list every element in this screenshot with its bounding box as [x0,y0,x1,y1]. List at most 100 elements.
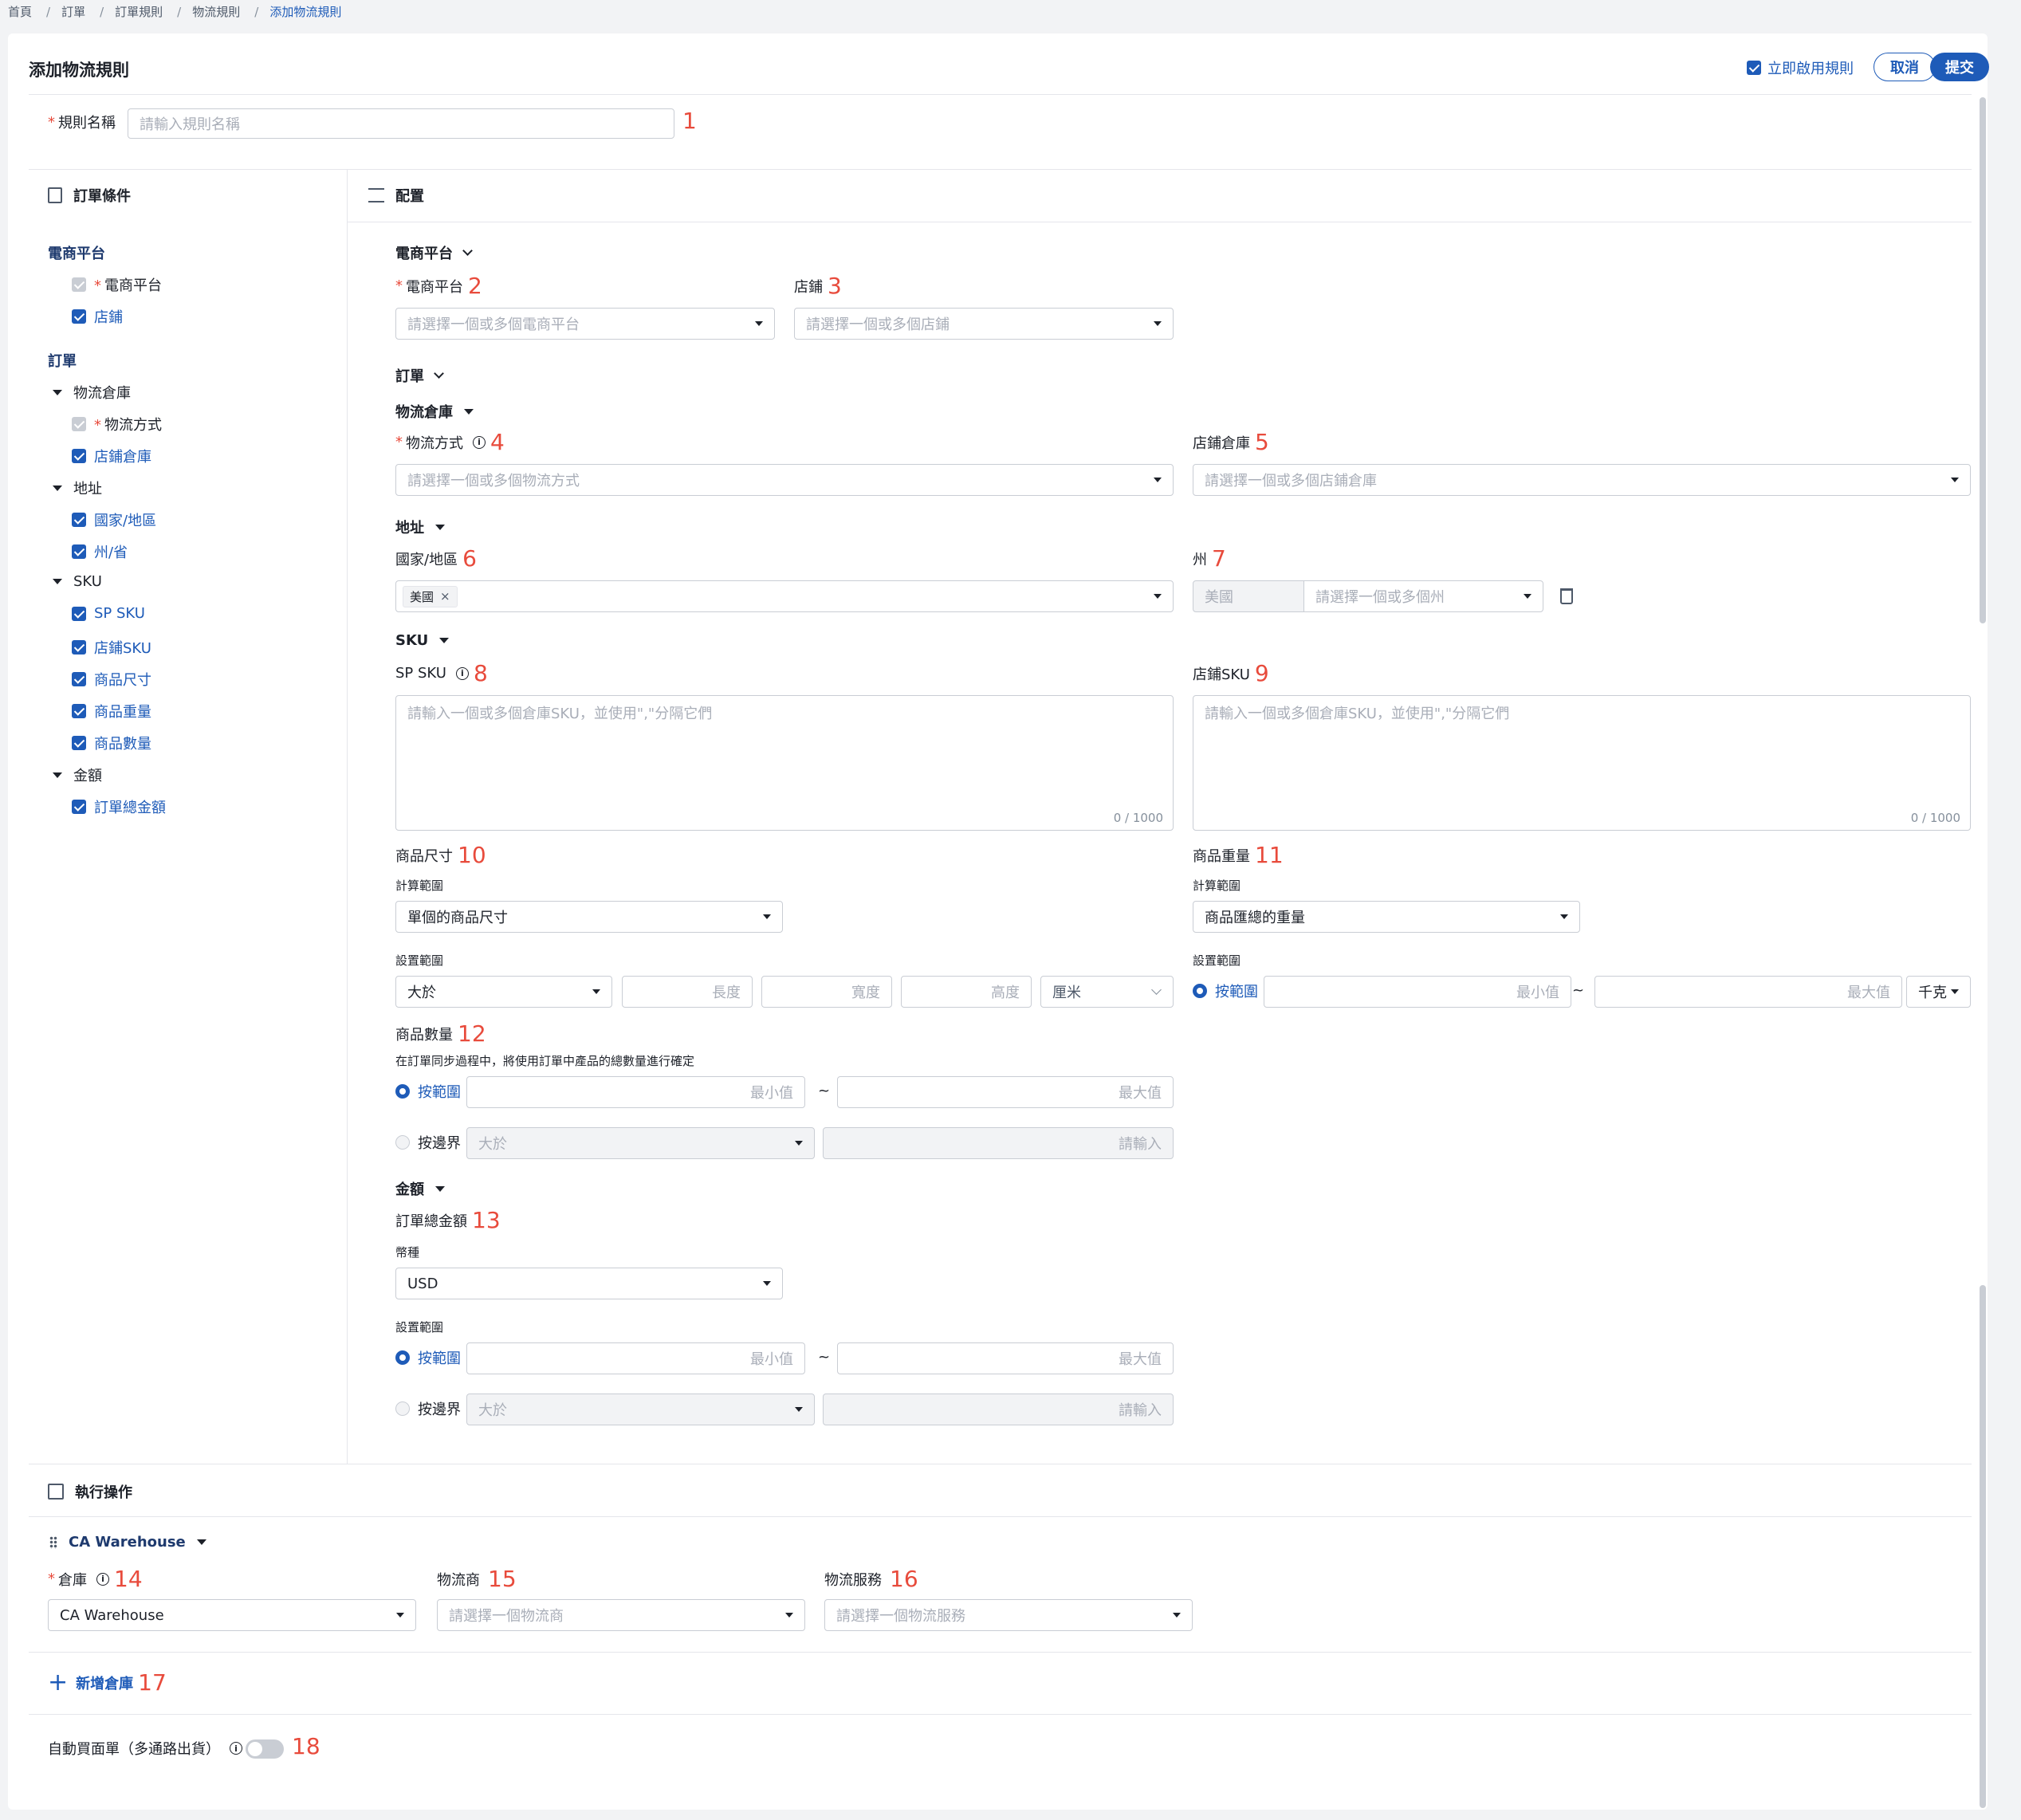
size-unit-select[interactable]: 厘米 [1040,976,1174,1008]
add-warehouse-button[interactable]: + 新增倉庫 17 [48,1669,167,1696]
nav-item-size[interactable]: 商品尺寸 [72,669,151,690]
section-platform[interactable]: 電商平台 [395,242,473,263]
submit-button[interactable]: 提交 [1930,53,1989,81]
amount-bound-input[interactable]: 請輸入 [823,1393,1174,1425]
checkbox-checked-icon [72,640,86,654]
weight-unit-select[interactable]: 千克 [1906,976,1971,1008]
caret-down-icon [53,389,62,395]
warehouse-select[interactable]: CA Warehouse [48,1599,416,1631]
amount-bound-operator-select[interactable]: 大於 [466,1393,815,1425]
size-width-input[interactable]: 寬度 [761,976,892,1008]
sp-sku-label: SP SKU i 8 [395,660,488,686]
quantity-bound-operator-select[interactable]: 大於 [466,1127,815,1159]
chevron-down-icon [434,368,444,379]
caret-down-icon [1154,594,1162,599]
nav-item-country[interactable]: 國家/地區 [72,509,156,530]
carrier-select[interactable]: 請選擇一個物流商 [437,1599,805,1631]
nav-group-address[interactable]: 地址 [53,478,102,498]
checkbox-checked-icon [72,704,86,718]
sliders-icon [368,188,384,202]
breadcrumb-order-rules[interactable]: 訂單規則 [115,5,163,19]
weight-calc-select[interactable]: 商品匯總的重量 [1193,901,1580,933]
breadcrumb-orders[interactable]: 訂單 [61,5,85,19]
section-warehouse[interactable]: 物流倉庫 [395,401,485,422]
nav-group-sku[interactable]: SKU [53,573,102,590]
breadcrumb-logistics-rules[interactable]: 物流規則 [192,5,240,19]
state-label: 州7 [1193,545,1226,572]
quantity-by-bound-radio[interactable]: 按邊界 [395,1132,461,1153]
breadcrumb-home[interactable]: 首頁 [8,5,32,19]
sp-sku-textarea[interactable]: 請輸入一個或多個倉庫SKU，並使用","分隔它們 0 / 1000 [395,695,1174,831]
service-select[interactable]: 請選擇一個物流服務 [824,1599,1193,1631]
breadcrumb-sep: / [254,5,259,19]
nav-item-state[interactable]: 州/省 [72,541,128,562]
cancel-button[interactable]: 取消 [1874,53,1936,81]
checkbox-checked-icon [72,800,86,814]
nav-item-sp-sku[interactable]: SP SKU [72,605,145,622]
shop-sku-textarea[interactable]: 請輸入一個或多個倉庫SKU，並使用","分隔它們 0 / 1000 [1193,695,1971,831]
caret-down-icon [1524,594,1531,599]
amount-min-input[interactable]: 最小值 [466,1342,805,1374]
platform-select[interactable]: 請選擇一個或多個電商平台 [395,308,775,340]
breadcrumb-sep: / [100,5,104,19]
trash-icon[interactable] [1560,588,1573,604]
caret-down-icon [795,1407,803,1412]
currency-select[interactable]: USD [395,1268,783,1299]
info-icon: i [473,435,486,449]
section-sku[interactable]: SKU [395,632,460,649]
checkbox-checked-icon [72,736,86,750]
enable-now-checkbox[interactable]: 立即啟用規則 [1747,57,1854,78]
size-height-input[interactable]: 高度 [901,976,1032,1008]
scrollbar-thumb[interactable] [1980,97,1986,623]
warehouse-group-header[interactable]: CA Warehouse [49,1534,218,1551]
scrollbar-thumb[interactable] [1980,1285,1986,1808]
amount-max-input[interactable]: 最大值 [837,1342,1174,1374]
nav-item-shop[interactable]: 店鋪 [72,306,123,327]
amount-by-bound-radio[interactable]: 按邊界 [395,1398,461,1419]
shop-select[interactable]: 請選擇一個或多個店鋪 [794,308,1174,340]
size-length-input[interactable]: 長度 [622,976,753,1008]
nav-item-weight[interactable]: 商品重量 [72,701,151,721]
radio-checked-icon [1193,984,1207,998]
weight-min-input[interactable]: 最小值 [1264,976,1571,1008]
drag-handle-icon[interactable] [49,1535,57,1549]
weight-max-input[interactable]: 最大值 [1594,976,1902,1008]
radio-checked-icon [395,1084,410,1099]
section-address[interactable]: 地址 [395,517,456,537]
caret-down-icon [1951,989,1959,994]
section-order[interactable]: 訂單 [395,365,444,386]
size-operator-select[interactable]: 大於 [395,976,612,1008]
amount-by-range-radio[interactable]: 按範圍 [395,1347,461,1368]
auto-label-toggle[interactable] [246,1739,284,1759]
nav-item-shop-sku[interactable]: 店鋪SKU [72,637,151,658]
total-amount-label: 訂單總金額 13 [395,1207,501,1233]
divider [29,94,1972,95]
quantity-max-input[interactable]: 最大值 [837,1076,1174,1108]
auto-label: 自動買面單（多通路出貨） i [48,1738,242,1759]
ship-method-label: * 物流方式 i 4 [395,429,505,455]
nav-group-amount[interactable]: 金額 [53,765,102,785]
nav-group-warehouse[interactable]: 物流倉庫 [53,382,131,403]
country-select[interactable]: 美國 × [395,580,1174,612]
state-select[interactable]: 請選擇一個或多個州 [1303,580,1543,612]
nav-item-quantity[interactable]: 商品數量 [72,733,151,753]
caret-down-icon [435,524,445,530]
caret-down-icon [1154,478,1162,482]
quantity-by-range-radio[interactable]: 按範圍 [395,1081,461,1102]
section-amount[interactable]: 金額 [395,1178,456,1199]
rule-name-input[interactable]: 請輸入規則名稱 [128,108,674,139]
close-icon[interactable]: × [440,589,450,603]
shop-warehouse-select[interactable]: 請選擇一個或多個店鋪倉庫 [1193,464,1971,496]
quantity-bound-input[interactable]: 請輸入 [823,1127,1174,1159]
nav-item-total-amount[interactable]: 訂單總金額 [72,796,166,817]
shop-warehouse-label: 店鋪倉庫 5 [1193,429,1269,455]
ship-method-select[interactable]: 請選擇一個或多個物流方式 [395,464,1174,496]
main-card: 添加物流規則 立即啟用規則 取消 提交 * 規則名稱 請輸入規則名稱 1 訂單條件… [8,33,1989,1810]
checkbox-disabled-icon [72,417,86,431]
quantity-min-input[interactable]: 最小值 [466,1076,805,1108]
shop-sku-label: 店鋪SKU 9 [1193,660,1269,686]
nav-item-shop-warehouse[interactable]: 店鋪倉庫 [72,446,151,466]
size-calc-select[interactable]: 單個的商品尺寸 [395,901,783,933]
weight-by-range-radio[interactable]: 按範圍 [1193,981,1258,1001]
order-conditions-header: 訂單條件 [48,185,131,206]
